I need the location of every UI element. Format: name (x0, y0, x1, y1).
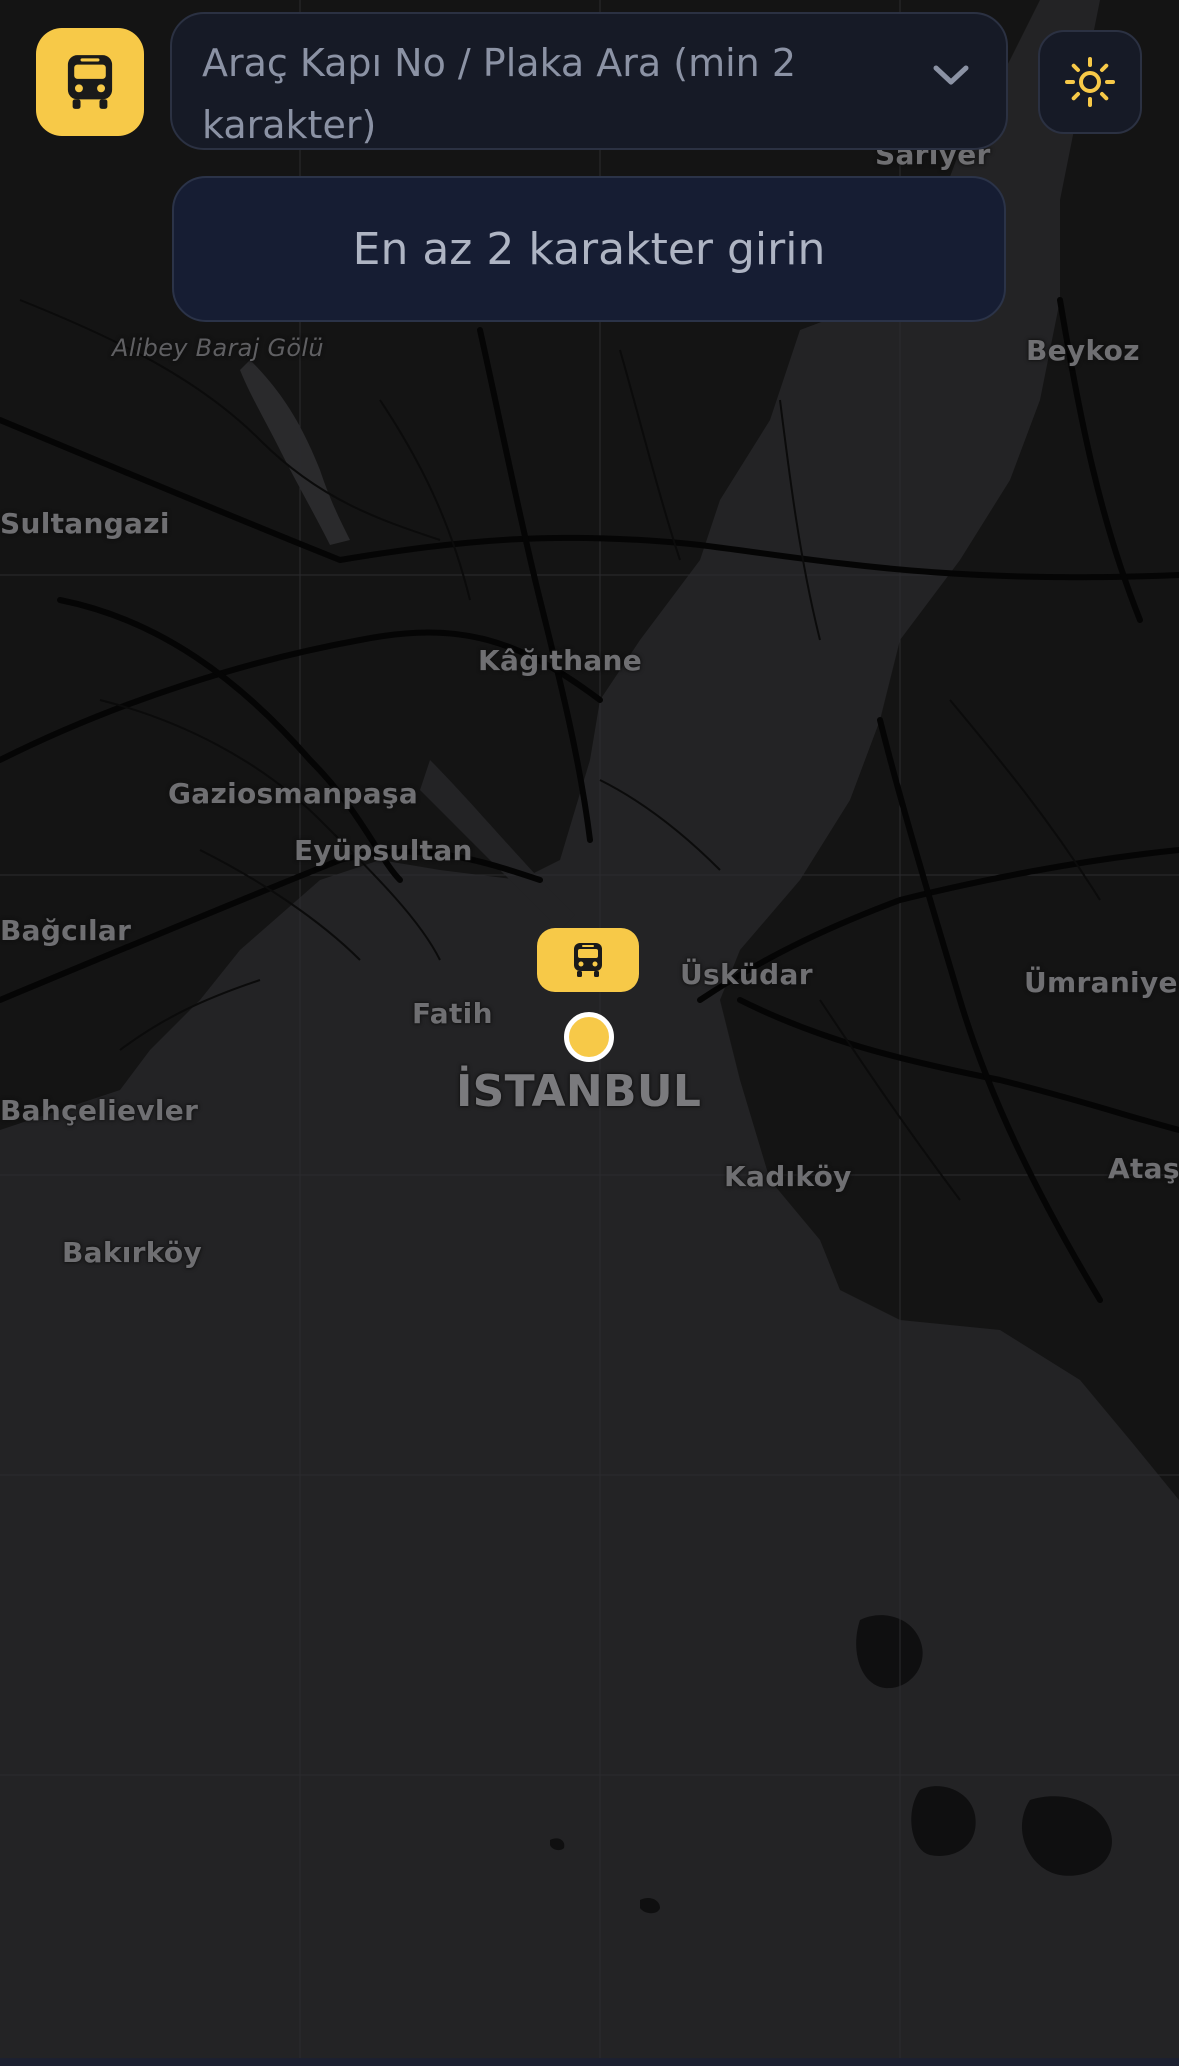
bus-icon (574, 943, 602, 977)
map-label-bahcelievler: Bahçelievler (0, 1094, 199, 1127)
map-label-fatih: Fatih (412, 997, 493, 1030)
map-label-beykoz: Beykoz (1026, 334, 1140, 367)
bottom-edge (0, 2058, 1179, 2066)
map-label-bakirkoy: Bakırköy (62, 1236, 203, 1269)
vehicle-search-input[interactable]: Araç Kapı No / Plaka Ara (min 2 karakter… (170, 12, 1008, 150)
search-hint-message: En az 2 karakter girin (172, 176, 1006, 322)
map-label-bagcilar: Bağcılar (0, 914, 132, 947)
map-label-umraniye: Ümraniye (1024, 966, 1178, 999)
vehicle-marker[interactable] (537, 928, 639, 992)
map-label-alibey: Alibey Baraj Gölü (112, 334, 324, 362)
map-label-uskudar: Üsküdar (680, 958, 813, 991)
map-label-istanbul: İSTANBUL (456, 1066, 702, 1117)
chevron-down-icon[interactable] (932, 64, 970, 88)
sun-icon (1065, 57, 1115, 107)
map-label-kadikoy: Kadıköy (724, 1160, 852, 1193)
search-placeholder: Araç Kapı No / Plaka Ara (min 2 karakter… (202, 41, 796, 147)
bus-icon (67, 55, 113, 109)
logo-button[interactable] (36, 28, 144, 136)
map-label-kagithane: Kâğıthane (478, 644, 643, 677)
current-location-dot (564, 1012, 614, 1062)
map-label-atasehir: Ataş (1108, 1152, 1179, 1185)
map-label-gaziosmanpasa: Gaziosmanpaşa (168, 777, 419, 810)
map-label-eyupsultan: Eyüpsultan (294, 834, 473, 867)
theme-toggle-button[interactable] (1038, 30, 1142, 134)
map-label-sultangazi: Sultangazi (0, 507, 170, 540)
